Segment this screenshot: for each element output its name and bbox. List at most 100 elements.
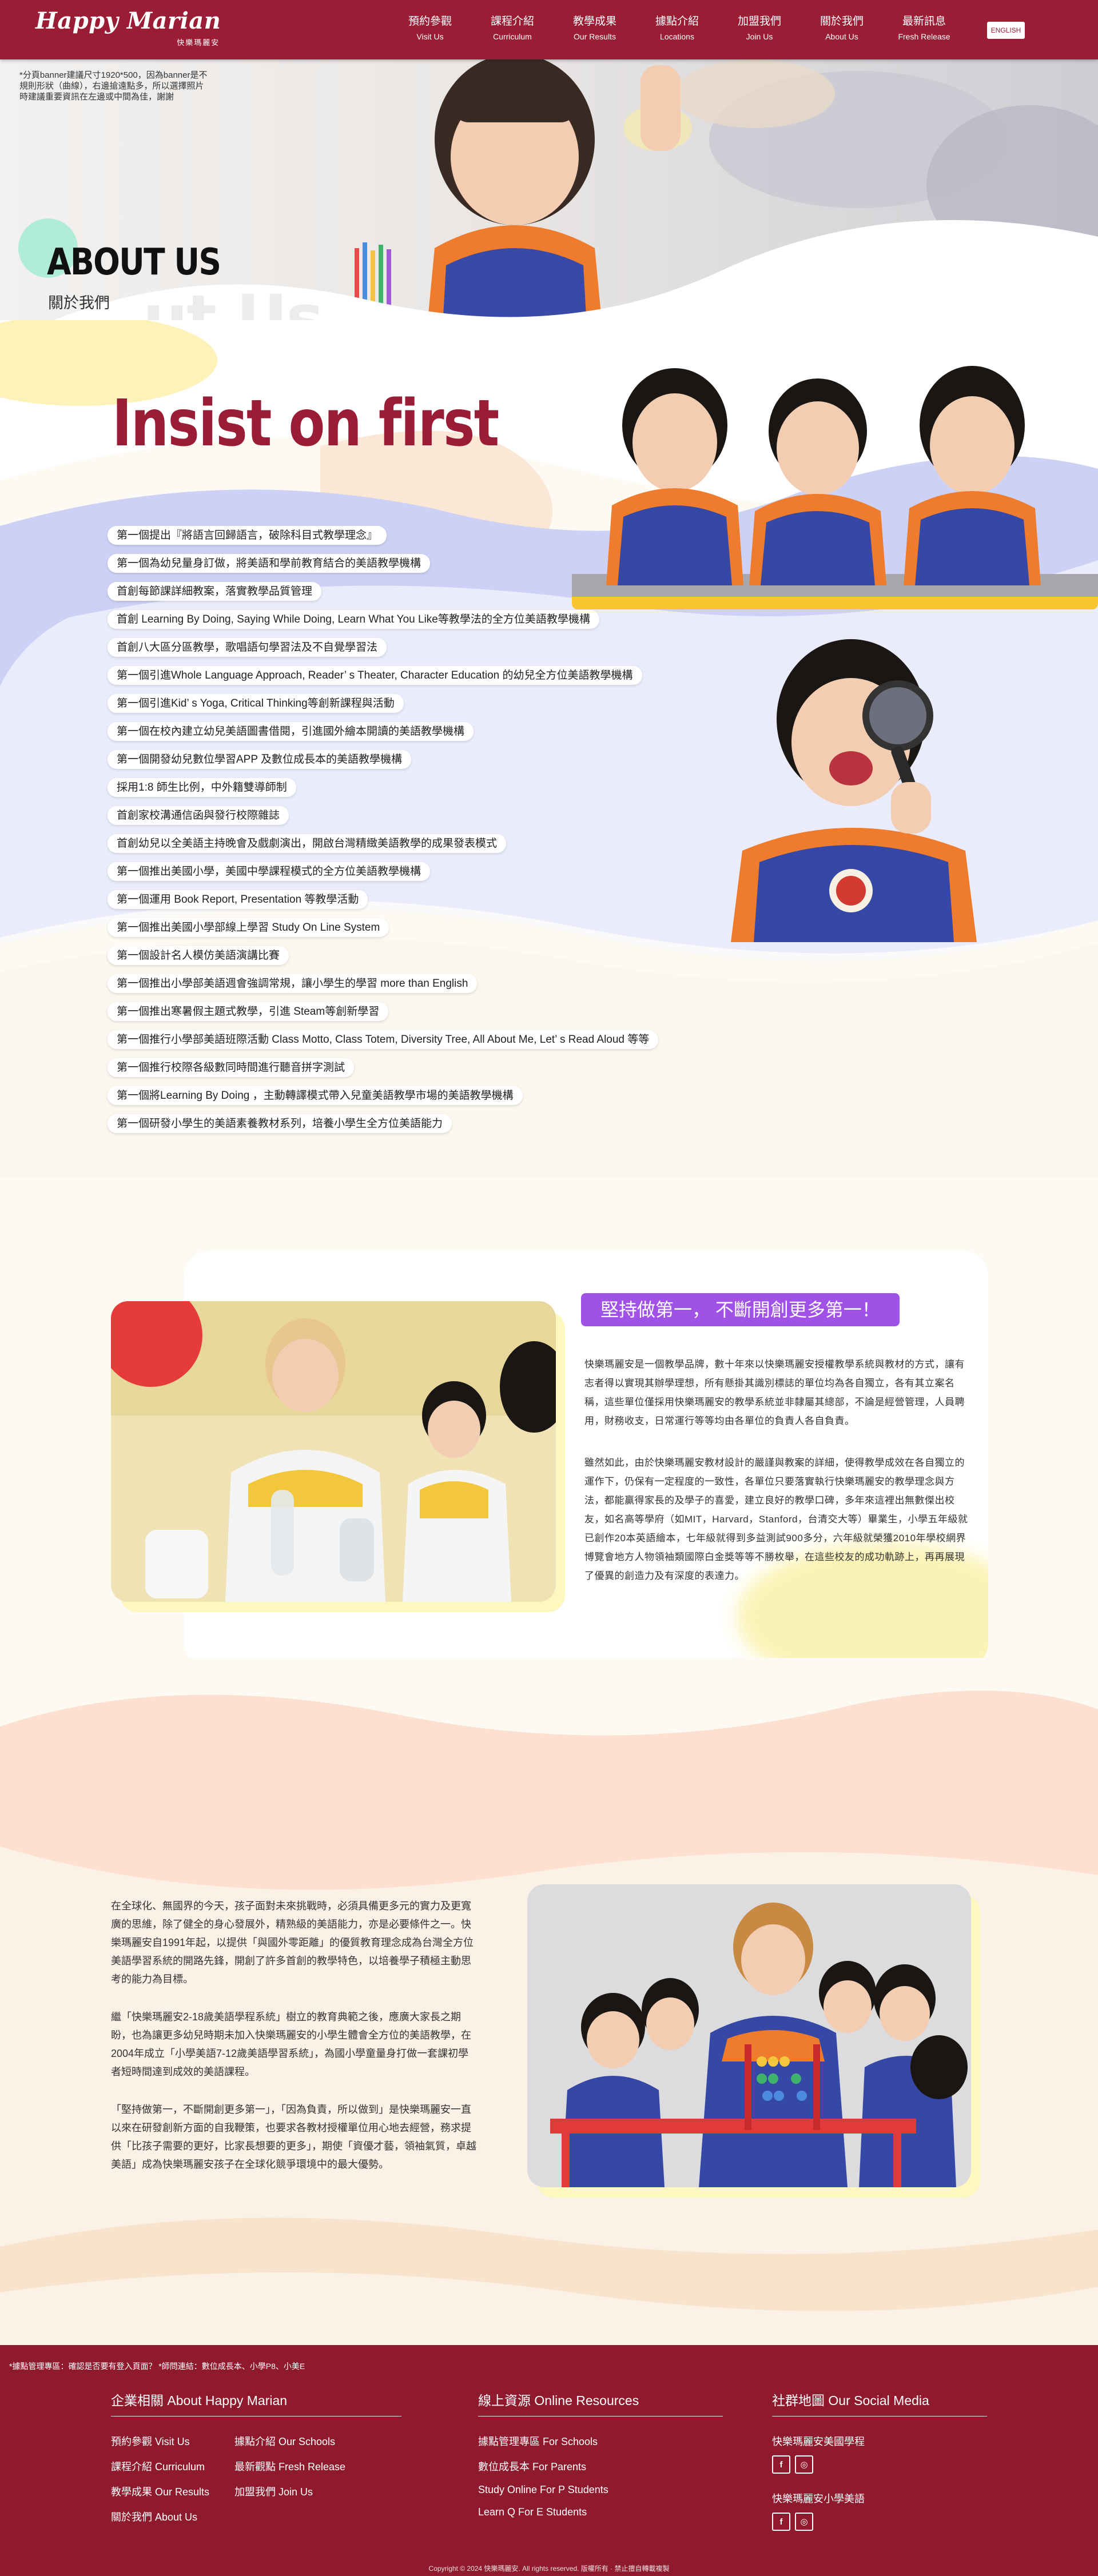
nav-item-visit[interactable]: 預約參觀 Visit Us [389,15,471,42]
footer-resource-links: 據點管理專區 For Schools 數位成長本 For Parents Stu… [478,2434,723,2518]
first-achievement-item: 首創每節課詳細教案，落實教學品質管理 [108,582,322,601]
nav-item-join[interactable]: 加盟我們 Join Us [718,15,801,42]
nav-label-en: Fresh Release [898,32,950,41]
nav-label-zh: 關於我們 [819,15,864,27]
first-achievement-item: 第一個運用 Book Report, Presentation 等教學活動 [108,890,368,909]
nav-item-curriculum[interactable]: 課程介紹 Curriculum [471,15,554,42]
list-row: 首創 Learning By Doing, Saying While Doing… [108,610,658,638]
nav-label-en: Join Us [746,32,773,41]
brand-intro-text: 快樂瑪麗安是一個教學品牌，數十年來以快樂瑪麗安授權教學系統與教材的方式，讓有志者… [584,1355,971,1585]
facebook-icon[interactable]: f [772,2513,790,2531]
footer-col-social: 社群地圖 Our Social Media 快樂瑪麗安美國學程 f ◎ 快樂瑪麗… [772,2390,987,2531]
list-row: 第一個推出美國小學部線上學習 Study On Line System [108,918,658,946]
brand-name-zh: 快樂瑪麗安 [177,38,220,47]
first-achievement-item: 第一個為幼兒量身訂做，將美語和學前教育結合的美語教學機構 [108,554,431,573]
insist-title: Insist on first [112,386,499,461]
nav-label-en: Curriculum [493,32,532,41]
footer-col-title: 社群地圖 Our Social Media [772,2390,987,2417]
list-row: 第一個研發小學生的美語素養教材系列，培養小學生全方位美語能力 [108,1114,658,1142]
first-achievement-item: 第一個推出小學部美語週會強調常規，讓小學生的學習 more than Engli… [108,974,478,993]
magnifier-girl-photo [731,639,977,942]
list-row: 首創八大區分區教學，歌唱語句學習法及不自覺學習法 [108,638,658,666]
instagram-icon[interactable]: ◎ [795,2513,813,2531]
nav-item-news[interactable]: 最新訊息 Fresh Release [883,15,965,42]
first-achievement-item: 第一個推出美國小學部線上學習 Study On Line System [108,918,389,937]
footer-link[interactable]: 最新觀點 Fresh Release [234,2459,401,2474]
copyright: Copyright © 2024 快樂瑪麗安. All rights reser… [428,2565,670,2573]
list-row: 第一個推出寒暑假主題式教學，引進 Steam等創新學習 [108,1002,658,1030]
first-achievement-item: 首創幼兒以全美語主持晚會及戲劇演出，開啟台灣精緻美語教學的成果發表模式 [108,834,507,853]
footer-col-resources: 線上資源 Online Resources 據點管理專區 For Schools… [478,2390,723,2518]
nav-label-zh: 教學成果 [572,15,616,27]
footer-col-title: 企業相關 About Happy Marian [111,2390,401,2417]
footer-link[interactable]: 加盟我們 Join Us [234,2484,401,2499]
global-paragraph: 「堅持做第一，不斷開創更多第一」，「因為負責，所以做到」是快樂瑪麗安一直以來在研… [111,2104,476,2170]
social-group-label: 快樂瑪麗安美國學程 [772,2436,865,2447]
footer-col-title: 線上資源 Online Resources [478,2390,723,2417]
first-achievement-item: 第一個研發小學生的美語素養教材系列，培養小學生全方位美語能力 [108,1114,452,1133]
list-row: 第一個推行校際各級數同時間進行聽音拼字測試 [108,1058,658,1086]
nav-label-en: Our Results [574,32,616,41]
social-group-label: 快樂瑪麗安小學美語 [772,2493,865,2505]
list-row: 第一個設計名人模仿美語演講比賽 [108,946,658,974]
first-achievement-item: 第一個推出美國小學，美國中學課程模式的全方位美語教學機構 [108,862,431,881]
nav-label-zh: 課程介紹 [490,15,534,27]
list-row: 第一個開發幼兒數位學習APP 及數位成長本的美語教學機構 [108,750,658,778]
first-achievement-item: 第一個設計名人模仿美語演講比賽 [108,946,289,965]
nav-label-en: Visit Us [416,32,444,41]
nav-label-zh: 加盟我們 [737,15,781,27]
global-paragraph: 在全球化、無國界的今天，孩子面對未來挑戰時，必須具備更多元的實力及更寬廣的思維，… [111,1900,474,1985]
nav-label-zh: 預約參觀 [408,15,452,27]
list-row: 首創幼兒以全美語主持晚會及戲劇演出，開啟台灣精緻美語教學的成果發表模式 [108,834,658,862]
nav-item-about[interactable]: 關於我們 About Us [801,15,883,42]
footer-link[interactable]: Study Online For P Students [478,2484,723,2496]
first-achievement-item: 第一個將Learning By Doing ，主動轉譯模式帶入兒童美語教學市場的… [108,1086,523,1105]
footer-link[interactable]: 教學成果 Our Results [111,2484,234,2499]
intro-paragraph: 快樂瑪麗安是一個教學品牌，數十年來以快樂瑪麗安授權教學系統與教材的方式，讓有志者… [584,1359,965,1426]
first-achievement-item: 首創 Learning By Doing, Saying While Doing… [108,610,599,629]
firsts-list: 第一個提出『將語言回歸語言，破除科目式教學理念』第一個為幼兒量身訂做，將美語和學… [108,526,659,1142]
footer-company-links: 預約參觀 Visit Us 據點介紹 Our Schools 課程介紹 Curr… [111,2434,401,2524]
brand-logo[interactable]: Happy Marian 快樂瑪麗安 [35,7,221,47]
brand-name-en: Happy Marian [35,7,221,34]
first-achievement-item: 採用1:8 師生比例，中外籍雙導師制 [108,778,296,797]
first-achievement-item: 第一個推出寒暑假主題式教學，引進 Steam等創新學習 [108,1002,389,1021]
global-intro-text: 在全球化、無國界的今天，孩子面對未來挑戰時，必須具備更多元的實力及更寬廣的思維，… [111,1897,477,2174]
nav-label-zh: 最新訊息 [902,15,946,27]
nav-item-results[interactable]: 教學成果 Our Results [554,15,636,42]
list-row: 第一個推出小學部美語週會強調常規，讓小學生的學習 more than Engli… [108,974,658,1002]
list-row: 第一個引進Kid’ s Yoga, Critical Thinking等創新課程… [108,694,658,722]
footer-link[interactable]: 預約參觀 Visit Us [111,2434,234,2449]
facebook-icon[interactable]: f [772,2455,790,2474]
list-row: 第一個將Learning By Doing ，主動轉譯模式帶入兒童美語教學市場的… [108,1086,658,1114]
footer-link[interactable]: 據點介紹 Our Schools [234,2434,401,2449]
footer-link[interactable]: Learn Q For E Students [478,2506,723,2518]
list-row: 第一個在校內建立幼兒美語圖書借閱，引進國外繪本開讀的美語教學機構 [108,722,658,750]
first-achievement-item: 第一個推行校際各級數同時間進行聽音拼字測試 [108,1058,355,1077]
footer-link[interactable]: 數位成長本 For Parents [478,2459,723,2474]
footer-link[interactable]: 關於我們 About Us [111,2509,234,2524]
list-row: 第一個推行小學部美語班際活動 Class Motto, Class Totem,… [108,1030,659,1058]
top-nav-bar: Happy Marian 快樂瑪麗安 預約參觀 Visit Us 課程介紹 Curr… [0,0,1098,59]
first-achievement-item: 第一個提出『將語言回歸語言，破除科目式教學理念』 [108,526,387,545]
instagram-icon[interactable]: ◎ [795,2455,813,2474]
nav-label-en: About Us [825,32,858,41]
page-title: ABOUT US [47,241,221,284]
nav-item-locations[interactable]: 據點介紹 Locations [636,15,718,42]
footer-col-company: 企業相關 About Happy Marian 預約參觀 Visit Us 據點… [111,2390,401,2524]
slogan-badge: 堅持做第一， 不斷開創更多第一！ [581,1293,900,1326]
list-row: 第一個引進Whole Language Approach, Reader’ s … [108,666,658,694]
footer-link[interactable]: 課程介紹 Curriculum [111,2459,234,2474]
footer-link[interactable]: 據點管理專區 For Schools [478,2434,723,2449]
main-nav: 預約參觀 Visit Us 課程介紹 Curriculum 教學成果 Our Resu… [389,15,965,42]
first-achievement-item: 第一個開發幼兒數位學習APP 及數位成長本的美語教學機構 [108,750,411,769]
teacher-science-photo [111,1301,556,1602]
page-subtitle: 關於我們 [48,294,110,312]
list-row: 首創家校溝通信函與發行校際雜誌 [108,806,658,834]
social-icons-row: f ◎ [772,2455,987,2474]
nav-label-zh: 據點介紹 [655,15,699,27]
first-achievement-item: 第一個引進Kid’ s Yoga, Critical Thinking等創新課程… [108,694,404,713]
language-switch-button[interactable]: ENGLISH [987,22,1025,39]
first-achievement-item: 首創八大區分區教學，歌唱語句學習法及不自覺學習法 [108,638,387,657]
list-row: 第一個推出美國小學，美國中學課程模式的全方位美語教學機構 [108,862,658,890]
